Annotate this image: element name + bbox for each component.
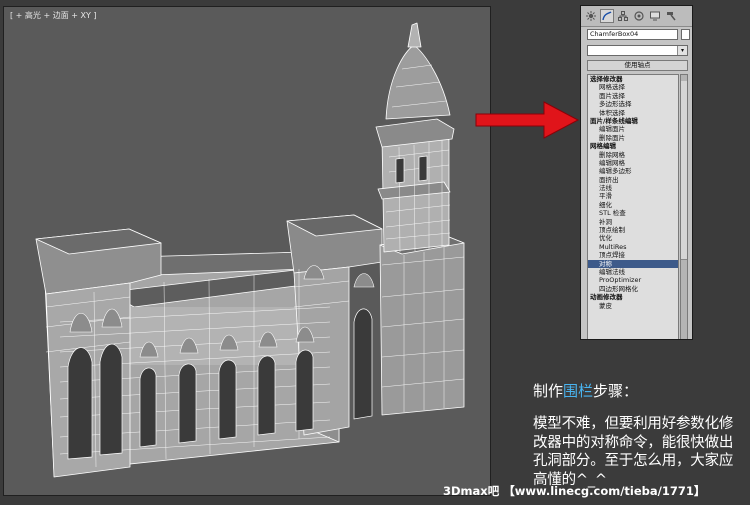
tutorial-caption: 制作围栏步骤： 模型不难，但要利用好参数化修改器中的对称命令，能很快做出孔洞部分… (533, 380, 747, 489)
modifier-list-dropdown[interactable]: ▾ (587, 45, 688, 56)
modifier-list-item[interactable]: 编辑面片 (588, 125, 678, 133)
use-pivot-button[interactable]: 使用轴点 (587, 60, 688, 71)
caption-body: 模型不难，但要利用好参数化修改器中的对称命令，能很快做出孔洞部分。至于怎么用，大… (533, 416, 734, 488)
curve-icon (602, 11, 612, 21)
object-color-swatch[interactable] (681, 29, 690, 40)
modifier-list-item[interactable]: 编辑多边形 (588, 167, 678, 175)
modifier-list-item[interactable]: 删除网格 (588, 151, 678, 159)
command-panel: ChamferBox04 ▾ 使用轴点 选择修改器 网格选择 面片选择 多边形选择 体积… (580, 5, 693, 340)
modifier-list-item[interactable]: MultiRes (588, 243, 678, 251)
modifier-list-item[interactable]: STL 检查 (588, 209, 678, 217)
perspective-viewport[interactable]: [ + 高光 + 边面 + XY ] (3, 6, 491, 496)
utilities-tab[interactable] (664, 9, 678, 23)
modifier-list-item[interactable]: ProOptimizer (588, 276, 678, 284)
display-icon (650, 11, 660, 21)
forum-footer: 3Dmax吧 【www.linecg.com/tieba/1771】 (443, 484, 706, 498)
modifier-list-item[interactable]: 面挤出 (588, 176, 678, 184)
display-tab[interactable] (648, 9, 662, 23)
modifier-list-item[interactable]: 面片选择 (588, 92, 678, 100)
hierarchy-icon (618, 11, 628, 21)
modifier-list-item[interactable]: 多边形选择 (588, 100, 678, 108)
modifier-list-item[interactable]: 对称 (588, 259, 678, 268)
hierarchy-tab[interactable] (616, 9, 630, 23)
modifier-list-item[interactable]: 网格选择 (588, 83, 678, 91)
object-name-field[interactable]: ChamferBox04 (587, 29, 678, 40)
modifier-list-item[interactable]: 顶点焊接 (588, 251, 678, 259)
modify-tab[interactable] (600, 9, 614, 23)
modifier-list-scrollbar[interactable] (680, 74, 688, 339)
modifier-list-item[interactable]: 体积选择 (588, 109, 678, 117)
command-panel-tabs (581, 6, 692, 27)
modifier-list-item[interactable]: 补洞 (588, 218, 678, 226)
modifier-list-item[interactable]: 平滑 (588, 192, 678, 200)
modifier-list-item[interactable]: 编辑法线 (588, 268, 678, 276)
sun-icon (586, 11, 596, 21)
caption-title: 制作围栏步骤： (533, 382, 639, 400)
modifier-list-item[interactable]: 优化 (588, 234, 678, 242)
modifier-list-item[interactable]: 蒙皮 (588, 302, 678, 310)
modifier-category-header: 网格编辑 (590, 142, 616, 151)
chevron-down-icon: ▾ (677, 46, 687, 55)
modifier-list-item[interactable]: 细化 (588, 201, 678, 209)
gothic-fence-model (35, 22, 465, 478)
viewport-label[interactable]: [ + 高光 + 边面 + XY ] (10, 10, 97, 21)
scrollbar-thumb[interactable] (681, 81, 687, 260)
modifier-category-header: 动画修改器 (590, 293, 623, 302)
create-tab[interactable] (584, 9, 598, 23)
motion-icon (634, 11, 644, 21)
red-arrow-icon (475, 101, 580, 139)
modifier-list-item[interactable]: 四边形网格化 (588, 285, 678, 293)
modifier-list-item[interactable]: 删除面片 (588, 134, 678, 142)
motion-tab[interactable] (632, 9, 646, 23)
modifier-list[interactable]: 选择修改器 网格选择 面片选择 多边形选择 体积选择 面片/样条线编辑 编辑面片 删除面片 网格… (587, 74, 679, 339)
hammer-icon (667, 12, 676, 21)
